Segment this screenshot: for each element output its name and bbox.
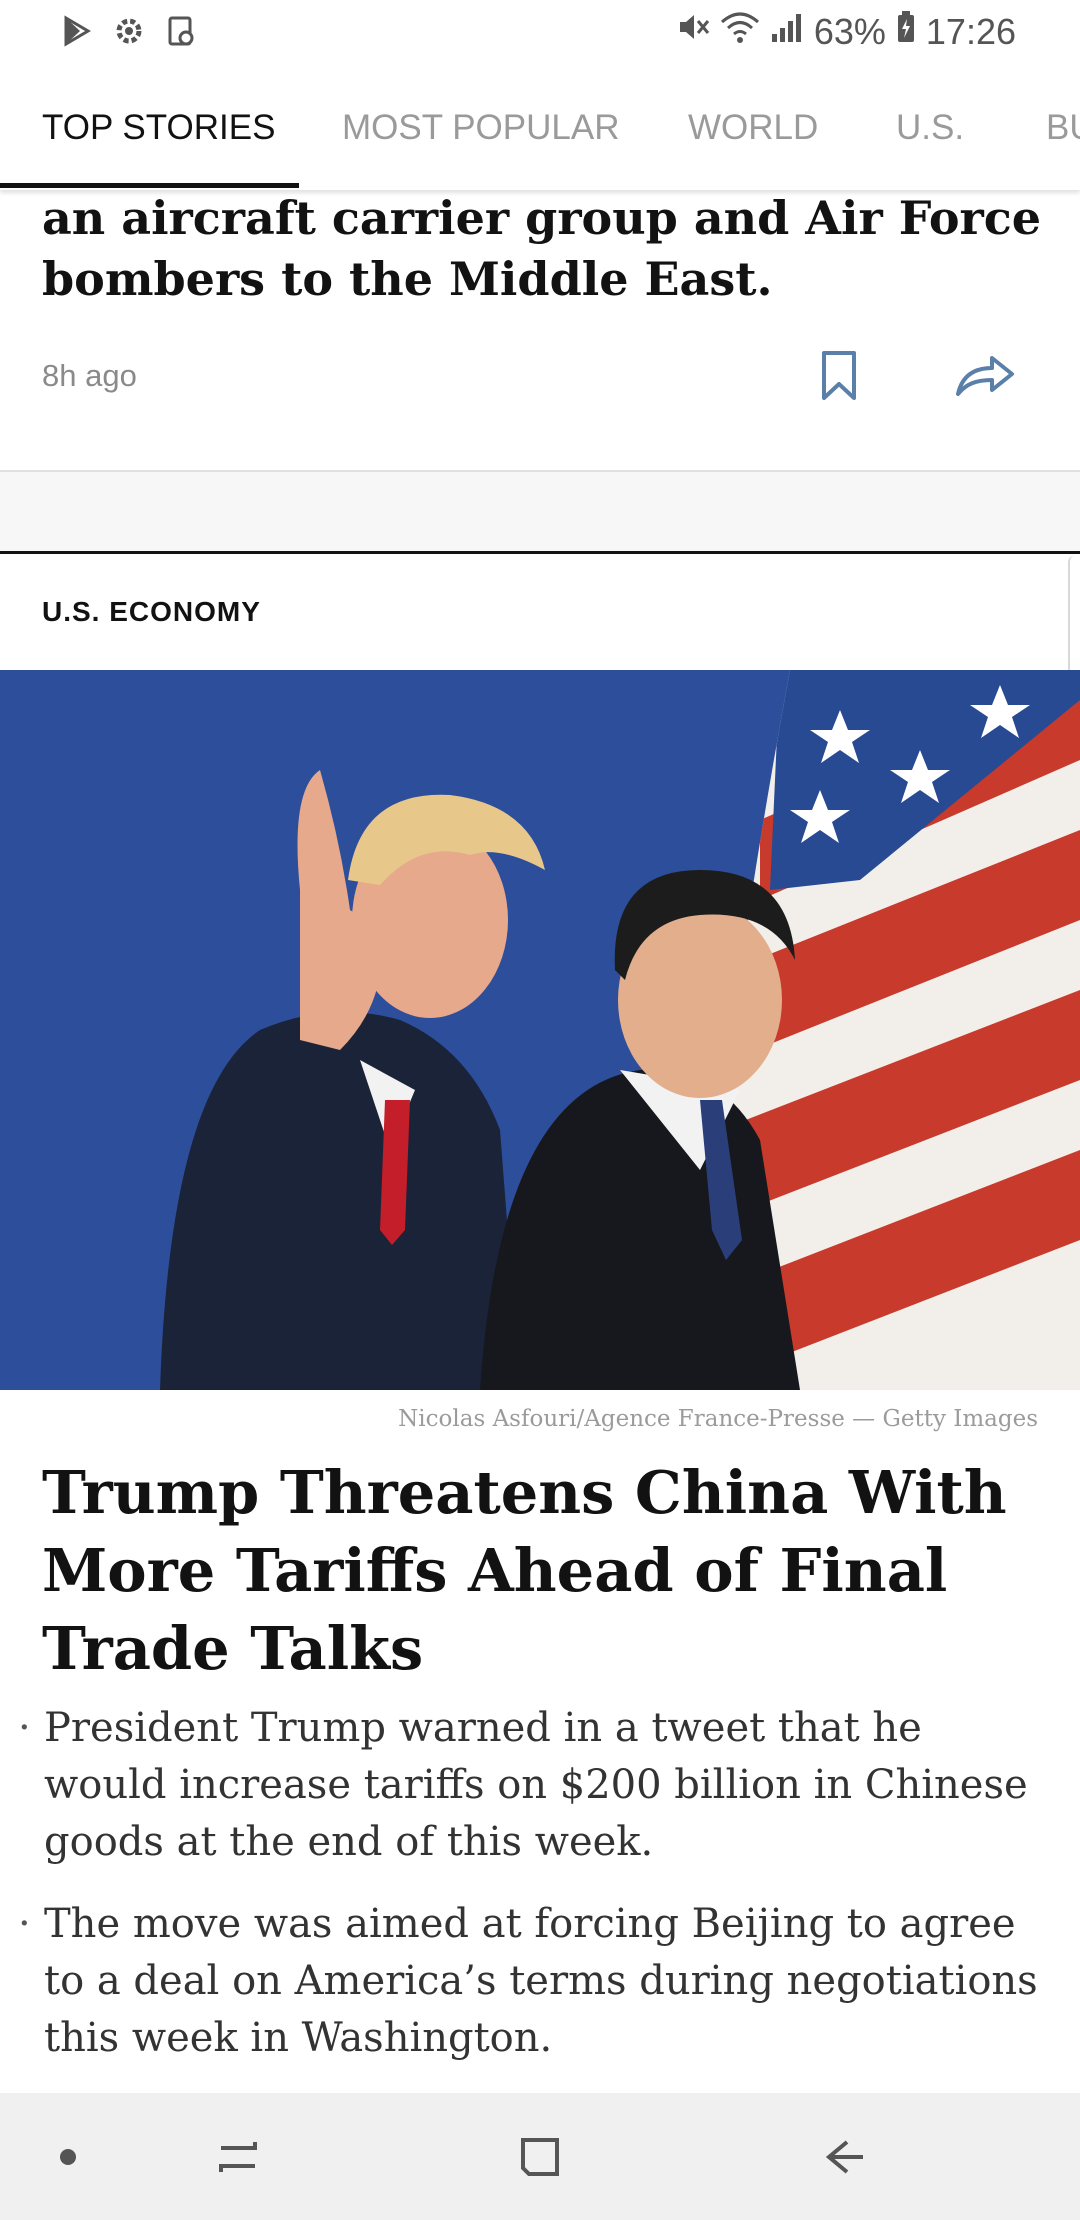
previous-article-headline[interactable]: an aircraft carrier group and Air Force …	[42, 188, 1042, 310]
summary-text: President Trump warned in a tweet that h…	[44, 1705, 1028, 1865]
wifi-icon	[720, 10, 760, 53]
back-button[interactable]	[816, 2129, 872, 2185]
tab-us[interactable]: U.S.	[896, 108, 964, 148]
section-gap	[0, 472, 1080, 552]
bookmark-button[interactable]	[812, 346, 866, 406]
system-nav-bar	[0, 2093, 1080, 2220]
article-headline[interactable]: Trump Threatens China With More Tariffs …	[42, 1454, 1042, 1688]
tab-world[interactable]: WORLD	[688, 108, 818, 148]
play-store-icon	[60, 14, 94, 53]
status-bar: 63% 17:26	[0, 0, 1080, 64]
file-icon	[164, 14, 198, 53]
article-timestamp: 8h ago	[42, 358, 137, 393]
recents-button[interactable]	[210, 2129, 266, 2185]
tab-most-popular[interactable]: MOST POPULAR	[342, 108, 619, 148]
section-label[interactable]: U.S. ECONOMY	[42, 596, 261, 628]
summary-bullet: · President Trump warned in a tweet that…	[0, 1700, 1080, 1871]
status-bar-right: 63% 17:26	[676, 10, 1016, 53]
back-icon	[825, 2140, 863, 2174]
bullet-dot: ·	[18, 1901, 31, 1947]
section-rule	[0, 551, 1080, 554]
signal-icon	[770, 10, 804, 53]
bookmark-icon	[822, 351, 856, 400]
mute-icon	[676, 10, 710, 53]
photo-credit: Nicolas Asfouri/Agence France-Presse — G…	[398, 1406, 1038, 1432]
summary-bullet: · The move was aimed at forcing Beijing …	[0, 1896, 1080, 2067]
nav-dot-button[interactable]	[40, 2129, 96, 2185]
recents-icon	[219, 2142, 257, 2172]
section-tabs: TOP STORIES MOST POPULAR WORLD U.S. BU	[0, 64, 1080, 190]
tab-business[interactable]: BU	[1046, 108, 1080, 148]
clock: 17:26	[925, 10, 1016, 52]
home-icon	[521, 2138, 559, 2176]
settings-gear-icon	[112, 14, 146, 53]
article-summary: · President Trump warned in a tweet that…	[0, 1700, 1080, 2092]
article-photo[interactable]	[0, 670, 1080, 1390]
tab-top-stories[interactable]: TOP STORIES	[42, 108, 275, 148]
dot-icon	[60, 2149, 76, 2165]
battery-icon	[896, 10, 916, 53]
share-icon	[956, 356, 1014, 396]
share-button[interactable]	[950, 350, 1020, 402]
home-button[interactable]	[512, 2129, 568, 2185]
status-bar-left-icons	[60, 14, 198, 53]
summary-text: The move was aimed at forcing Beijing to…	[44, 1901, 1038, 2061]
battery-percent: 63%	[813, 10, 886, 52]
bullet-dot: ·	[18, 1705, 31, 1751]
